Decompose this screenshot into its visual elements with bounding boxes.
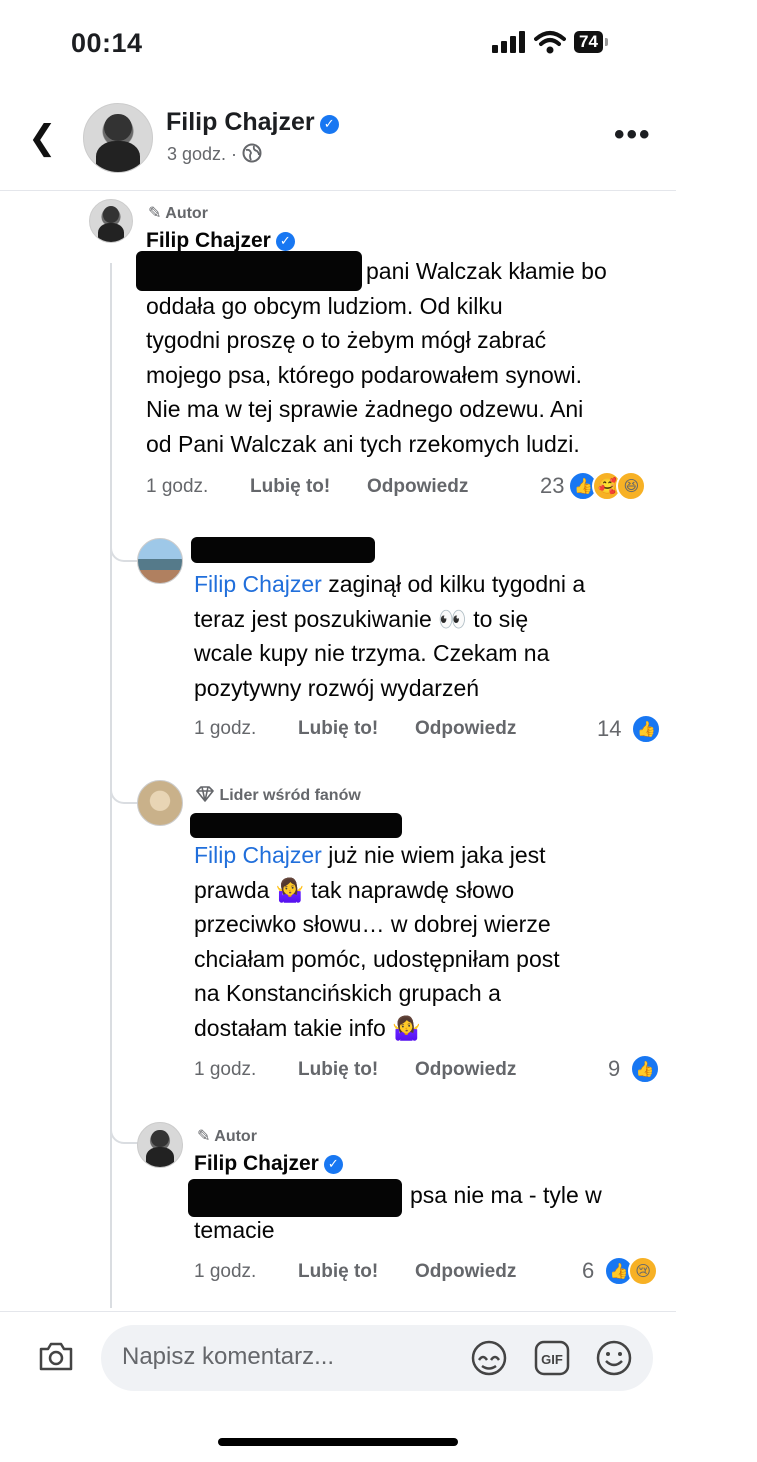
- verified-icon: ✓: [323, 1154, 343, 1174]
- camera-icon[interactable]: [38, 1340, 74, 1372]
- divider: [0, 1311, 676, 1312]
- like-button[interactable]: Lubię to!: [250, 476, 367, 498]
- thread-connector: [110, 538, 140, 562]
- comment-author[interactable]: Filip Chajzer ✓: [194, 1152, 343, 1176]
- comment-input-placeholder: Napisz komentarz...: [122, 1343, 335, 1370]
- divider: [0, 190, 676, 191]
- top-fan-badge: Lider wśród fanów: [195, 786, 361, 805]
- reply-button[interactable]: Odpowiedz: [415, 718, 516, 740]
- reply-button[interactable]: Odpowiedz: [415, 1261, 516, 1283]
- wifi-icon: [534, 31, 566, 54]
- comment-text: pani Walczak kłamie bo oddała go obcym l…: [146, 258, 607, 457]
- reply-button[interactable]: Odpowiedz: [415, 1059, 516, 1081]
- comment-actions: 1 godz. Lubię to! Odpowiedz: [146, 476, 468, 498]
- comment-time: 1 godz.: [146, 476, 209, 497]
- like-button[interactable]: Lubię to!: [298, 1261, 415, 1283]
- signal-icon: [492, 31, 525, 53]
- reaction-summary[interactable]: 23 👍 🥰 😆: [540, 471, 647, 501]
- comment-actions: 1 godz. Lubię to! Odpowiedz: [194, 718, 516, 740]
- thread-connector: [110, 780, 140, 804]
- mention-link[interactable]: Filip Chajzer: [194, 842, 322, 868]
- comment-text: psa nie ma - tyle w temacie: [194, 1182, 602, 1243]
- emoji-icon[interactable]: [594, 1338, 634, 1378]
- gif-icon[interactable]: GIF: [532, 1338, 572, 1378]
- author-badge: ✎ Autor: [148, 205, 208, 222]
- thread-connector: [110, 1120, 140, 1144]
- comment-time: 1 godz.: [194, 718, 257, 739]
- comment-text: Filip Chajzer już nie wiem jaka jest pra…: [194, 842, 560, 1041]
- sad-reaction-icon: 😢: [628, 1256, 659, 1286]
- globe-icon: [242, 143, 262, 163]
- post-time: 3 godz. ·: [167, 143, 262, 165]
- svg-text:GIF: GIF: [541, 1352, 563, 1367]
- avatar[interactable]: [137, 780, 183, 826]
- avatar[interactable]: [137, 538, 183, 584]
- back-icon[interactable]: ❮: [28, 118, 57, 158]
- redacted-block: [191, 537, 375, 563]
- home-indicator: [218, 1438, 458, 1446]
- redacted-block: [190, 813, 402, 838]
- reaction-summary[interactable]: 9 👍: [608, 1054, 661, 1084]
- status-time: 00:14: [71, 28, 143, 58]
- comment-time: 1 godz.: [194, 1261, 257, 1282]
- comment-actions: 1 godz. Lubię to! Odpowiedz: [194, 1059, 516, 1081]
- avatar[interactable]: [89, 199, 133, 243]
- verified-icon: ✓: [275, 231, 295, 251]
- like-button[interactable]: Lubię to!: [298, 1059, 415, 1081]
- avatar[interactable]: [83, 103, 153, 173]
- like-reaction-icon: 👍: [630, 1054, 661, 1084]
- avatar[interactable]: [137, 1122, 183, 1168]
- comment-author[interactable]: Filip Chajzer ✓: [146, 229, 295, 253]
- status-icons: 74: [492, 30, 608, 54]
- haha-reaction-icon: 😆: [616, 471, 647, 501]
- comment-actions: 1 godz. Lubię to! Odpowiedz: [194, 1261, 516, 1283]
- screen: 00:14 74 ❮ Filip Chajzer✓ 3 godz. · •••: [0, 0, 676, 1462]
- more-options-icon[interactable]: •••: [614, 118, 652, 152]
- reaction-summary[interactable]: 6 👍 😢: [582, 1256, 659, 1286]
- comment-time: 1 godz.: [194, 1059, 257, 1080]
- diamond-icon: [196, 786, 214, 802]
- avatar-sticker-icon[interactable]: [469, 1338, 509, 1378]
- verified-icon: ✓: [319, 114, 339, 134]
- mention-link[interactable]: Filip Chajzer: [194, 571, 322, 597]
- reply-button[interactable]: Odpowiedz: [367, 476, 468, 498]
- like-reaction-icon: 👍: [631, 714, 662, 744]
- like-button[interactable]: Lubię to!: [298, 718, 415, 740]
- comment-text: Filip Chajzer zaginął od kilku tygodni a…: [194, 571, 586, 701]
- battery-indicator: 74: [574, 31, 608, 53]
- author-badge: ✎ Autor: [197, 1128, 257, 1145]
- reaction-summary[interactable]: 14 👍: [597, 714, 662, 744]
- page-title[interactable]: Filip Chajzer ✓: [166, 108, 339, 137]
